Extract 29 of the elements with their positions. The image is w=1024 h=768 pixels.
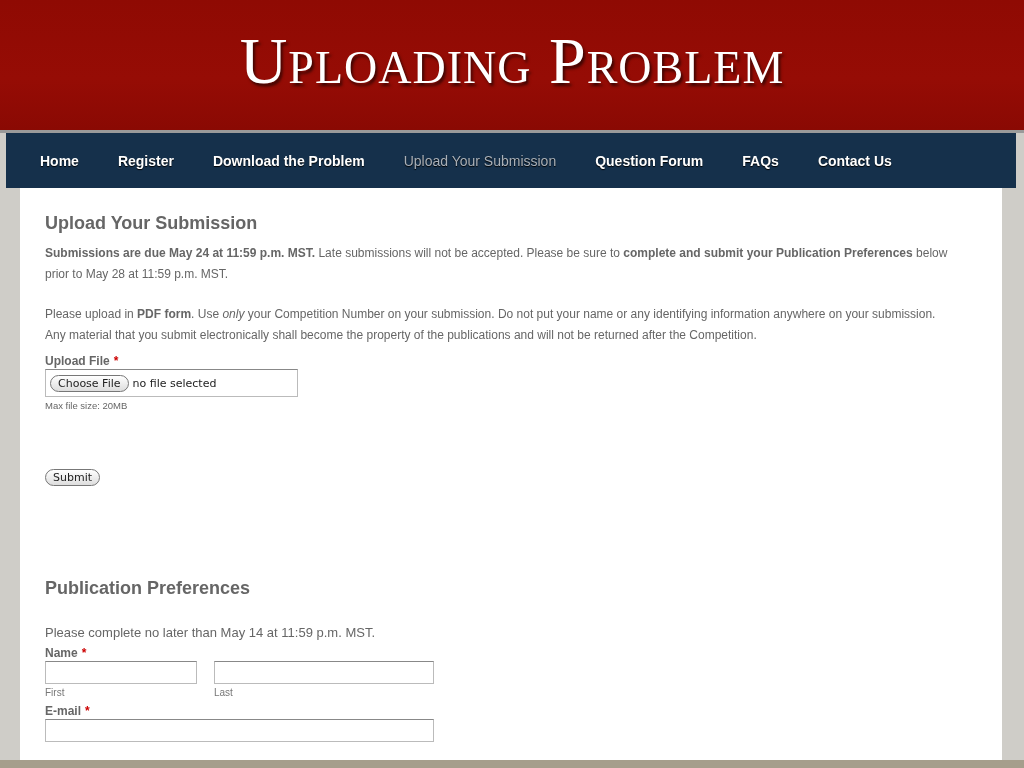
hint-text: Max file size: 20MB	[45, 400, 129, 411]
field-caption: Last	[214, 687, 234, 698]
field-label: Upload File	[45, 354, 110, 368]
required-mark: *	[85, 704, 90, 718]
paragraph: Please upload in PDF form. Use only your Competition Number on your submission. Do not put your name or any identifying information anywhere on your submission. Any material that you submit electronically shall become the property of the publications and will not be returned after the Competition.	[45, 306, 937, 344]
nav-link[interactable]: Upload Your Submission	[403, 152, 557, 169]
choose-file-button[interactable]: Choose File	[50, 374, 129, 392]
field-label: Name	[45, 646, 78, 660]
field-caption: First	[45, 687, 66, 698]
nav-link[interactable]: Home	[40, 152, 79, 169]
file-input[interactable]: Choose File no file selected	[45, 369, 298, 397]
nav-link[interactable]: Question Forum	[595, 152, 704, 169]
paragraph: Please complete no later than May 14 at 11:59 p.m. MST.	[45, 625, 376, 640]
slide-title: Uploading Problem	[239, 23, 785, 99]
nav-link[interactable]: Download the Problem	[212, 152, 365, 169]
input-field[interactable]	[214, 661, 434, 684]
nav-link[interactable]: Register	[117, 152, 174, 169]
file-status: no file selected	[132, 376, 217, 390]
input-field[interactable]	[45, 719, 434, 742]
submit-button[interactable]: Submit	[45, 469, 101, 486]
required-mark: *	[81, 646, 87, 660]
field-label: E-mail	[45, 704, 81, 718]
input-field[interactable]	[45, 661, 197, 684]
section-heading: Publication Preferences	[45, 578, 252, 599]
paragraph: Submissions are due May 24 at 11:59 p.m. MST. Late submissions will not be accepted. Please be sure to complete and submit your Publication Preferences below prior to May 28 at 11:59 p.m. MST.	[45, 245, 949, 283]
required-mark: *	[113, 354, 119, 368]
nav-link[interactable]: Contact Us	[817, 152, 892, 169]
section-heading: Upload Your Submission	[45, 212, 259, 234]
nav-link[interactable]: FAQs	[742, 152, 779, 169]
